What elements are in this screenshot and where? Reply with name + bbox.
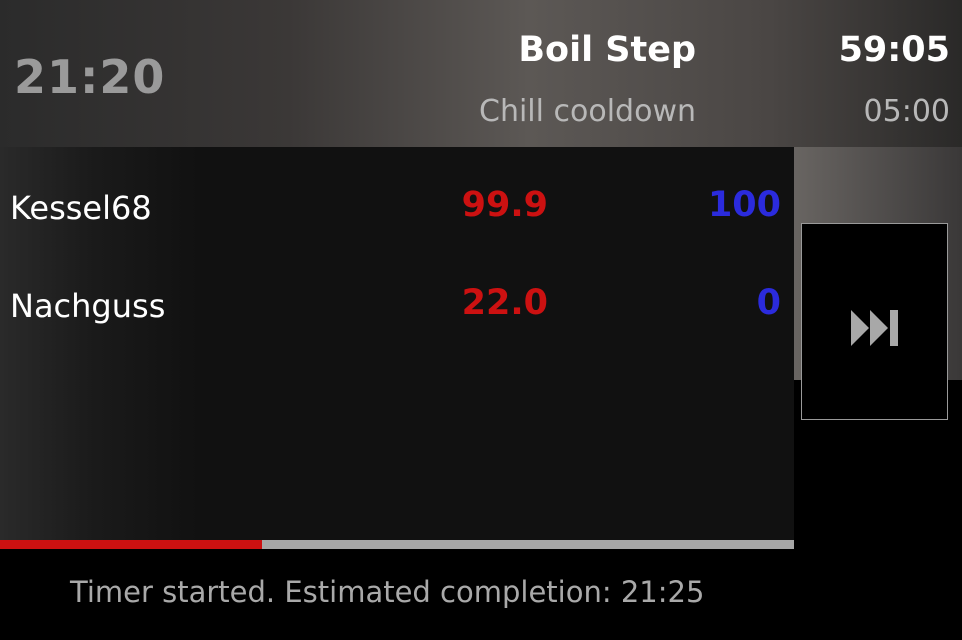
- current-step-timer: 59:05: [838, 30, 950, 70]
- next-step-timer: 05:00: [863, 94, 950, 129]
- step-progress-bar: [0, 540, 794, 549]
- vessel-panel: Kessel68 99.9 100 Nachguss 22.0 0: [0, 147, 794, 540]
- skip-step-button[interactable]: [801, 223, 948, 420]
- vessel-target-temperature: 0: [756, 283, 781, 323]
- vessel-name: Kessel68: [10, 189, 152, 227]
- vessel-temperature: 22.0: [461, 283, 548, 323]
- vessel-name: Nachguss: [10, 287, 166, 325]
- vessel-temperature: 99.9: [461, 185, 548, 225]
- current-step-name: Boil Step: [518, 30, 696, 70]
- vessel-row: Kessel68 99.9 100: [0, 175, 794, 235]
- clock: 21:20: [14, 50, 166, 104]
- header-bar: 21:20 Boil Step 59:05 Chill cooldown 05:…: [0, 0, 962, 147]
- vessel-row: Nachguss 22.0 0: [0, 273, 794, 333]
- step-progress-fill: [0, 540, 263, 549]
- vessel-target-temperature: 100: [707, 185, 781, 225]
- next-step-name: Chill cooldown: [479, 94, 696, 129]
- fast-forward-icon: [851, 310, 898, 346]
- status-message: Timer started. Estimated completion: 21:…: [70, 575, 705, 609]
